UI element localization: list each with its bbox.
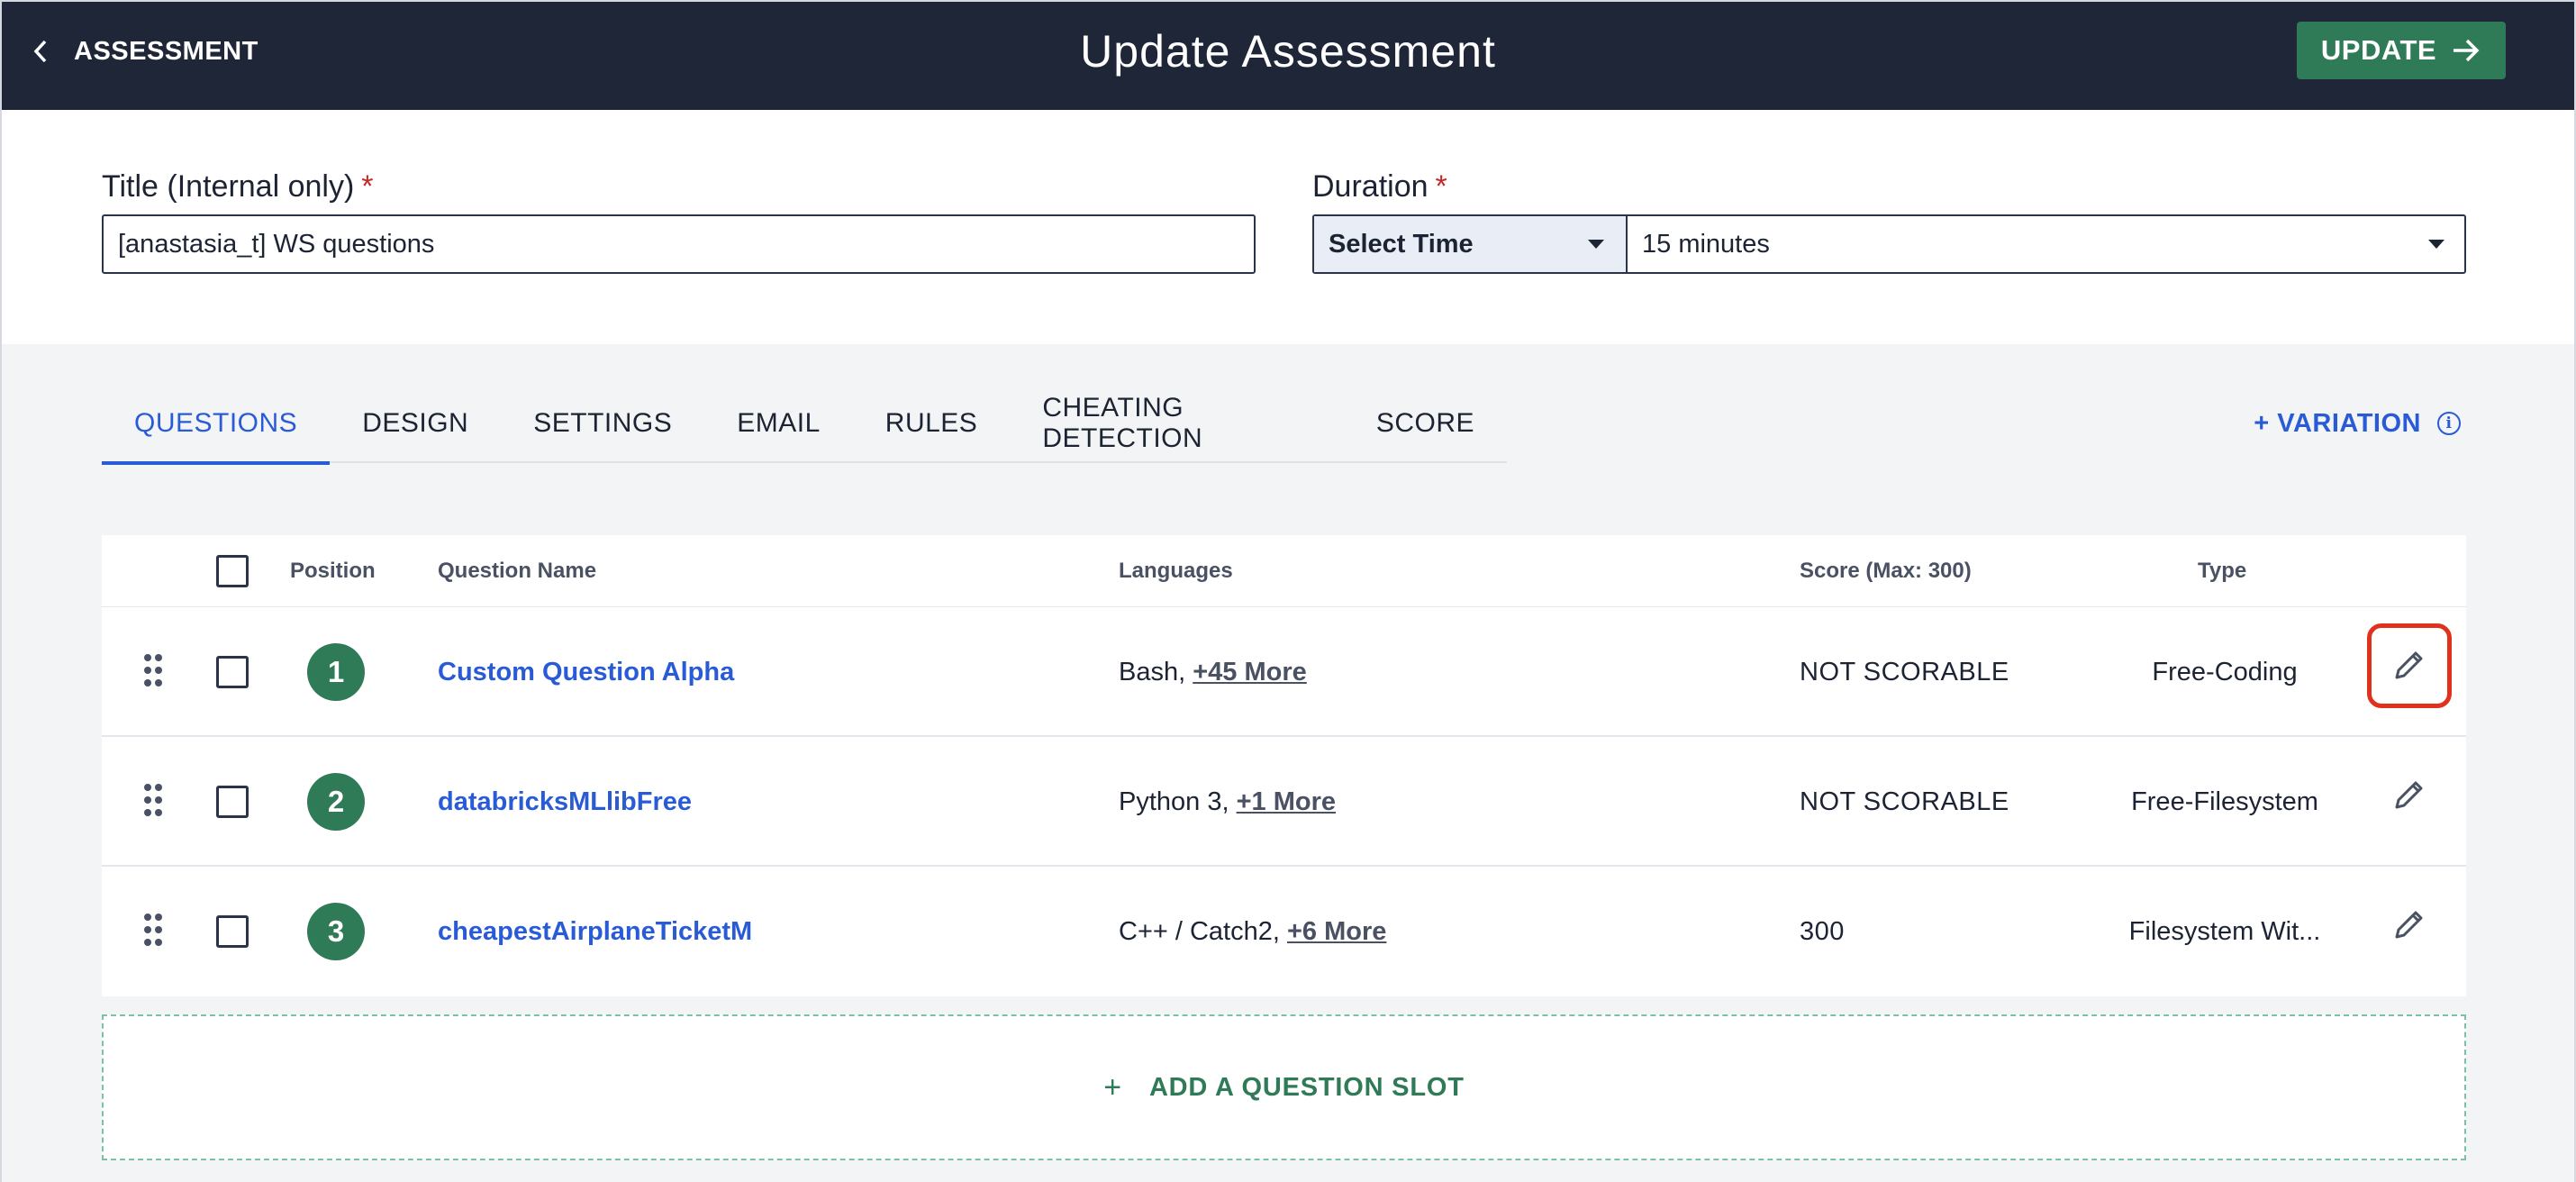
table-header: Position Question Name Languages Score (… [102,535,2466,607]
position-badge: 3 [307,903,365,960]
edit-pencil-icon[interactable] [2391,906,2427,942]
type-cell: Free-Filesystem [2131,787,2318,816]
type-cell: Filesystem Wit... [2128,917,2321,946]
type-cell: Free-Coding [2152,658,2298,686]
title-field-label: Title (Internal only) * [102,169,374,205]
duration-value: 15 minutes [1642,229,1770,259]
caret-down-icon [1588,240,1604,249]
languages-cell: Bash, +45 More [1119,658,1307,687]
tab-bar: QUESTIONS DESIGN SETTINGS EMAIL RULES CH… [102,384,1507,465]
more-languages-link[interactable]: +1 More [1237,787,1336,816]
score-cell: NOT SCORABLE [1800,658,2009,686]
caret-down-icon [2428,240,2444,249]
table-row: 2 databricksMLlibFree Python 3, +1 More … [102,737,2466,867]
header-languages: Languages [1119,559,1233,583]
drag-handle-icon[interactable] [144,654,164,688]
tab-design[interactable]: DESIGN [330,384,501,463]
tab-email[interactable]: EMAIL [704,384,853,463]
duration-unit-value: Select Time [1329,229,1474,259]
edit-pencil-icon[interactable] [2391,647,2427,683]
tab-rules[interactable]: RULES [853,384,1011,463]
header-score: Score (Max: 300) [1800,559,1972,583]
duration-label-text: Duration [1312,169,1429,204]
position-badge: 1 [307,643,365,701]
select-all-checkbox[interactable] [216,555,249,587]
tab-score[interactable]: SCORE [1344,384,1507,463]
required-mark: * [361,169,374,204]
tab-questions[interactable]: QUESTIONS [102,384,331,465]
arrow-right-icon [2454,39,2480,62]
header-type: Type [2198,559,2247,583]
header-position: Position [290,559,376,583]
question-name-link[interactable]: Custom Question Alpha [438,658,734,687]
question-name-link[interactable]: databricksMLlibFree [438,787,692,817]
languages-cell: C++ / Catch2, +6 More [1119,917,1386,947]
languages-text: Python 3, [1119,787,1229,816]
info-icon[interactable]: i [2437,412,2461,435]
questions-table: Position Question Name Languages Score (… [102,535,2466,996]
question-name-link[interactable]: cheapestAirplaneTicketM [438,917,752,947]
duration-field: Select Time 15 minutes [1312,214,2466,274]
table-row: 3 cheapestAirplaneTicketM C++ / Catch2, … [102,867,2466,996]
update-button-label: UPDATE [2320,34,2437,66]
edit-pencil-icon[interactable] [2391,777,2427,813]
score-cell: NOT SCORABLE [1800,787,2009,816]
table-row: 1 Custom Question Alpha Bash, +45 More N… [102,607,2466,737]
update-button[interactable]: UPDATE [2297,22,2506,79]
add-variation-button[interactable]: + VARIATION i [2254,398,2461,449]
duration-field-label: Duration * [1312,169,1447,205]
duration-value-select[interactable]: 15 minutes [1628,216,2464,272]
row-checkbox[interactable] [216,656,249,688]
row-checkbox[interactable] [216,915,249,948]
plus-icon: + [1103,1069,1122,1105]
page-title: Update Assessment [1080,26,1496,77]
header-question-name: Question Name [438,559,597,583]
tab-cheating-detection[interactable]: CHEATING DETECTION [1010,384,1343,463]
row-checkbox[interactable] [216,786,249,818]
title-input[interactable] [102,214,1256,274]
add-question-slot-button[interactable]: + ADD A QUESTION SLOT [102,1014,2466,1160]
duration-unit-select[interactable]: Select Time [1314,216,1628,272]
languages-text: C++ / Catch2, [1119,917,1280,946]
add-variation-label: + VARIATION [2254,408,2421,438]
tab-settings[interactable]: SETTINGS [501,384,704,463]
score-cell: 300 [1800,917,1845,946]
languages-text: Bash, [1119,658,1186,686]
position-badge: 2 [307,773,365,831]
drag-handle-icon[interactable] [144,784,164,818]
add-question-slot-label: ADD A QUESTION SLOT [1148,1072,1465,1102]
more-languages-link[interactable]: +6 More [1287,917,1386,946]
top-bar: ASSESSMENT Update Assessment UPDATE [2,2,2574,110]
required-mark: * [1435,169,1447,204]
title-label-text: Title (Internal only) [102,169,355,204]
drag-handle-icon[interactable] [144,914,164,948]
more-languages-link[interactable]: +45 More [1193,658,1307,686]
languages-cell: Python 3, +1 More [1119,787,1336,817]
